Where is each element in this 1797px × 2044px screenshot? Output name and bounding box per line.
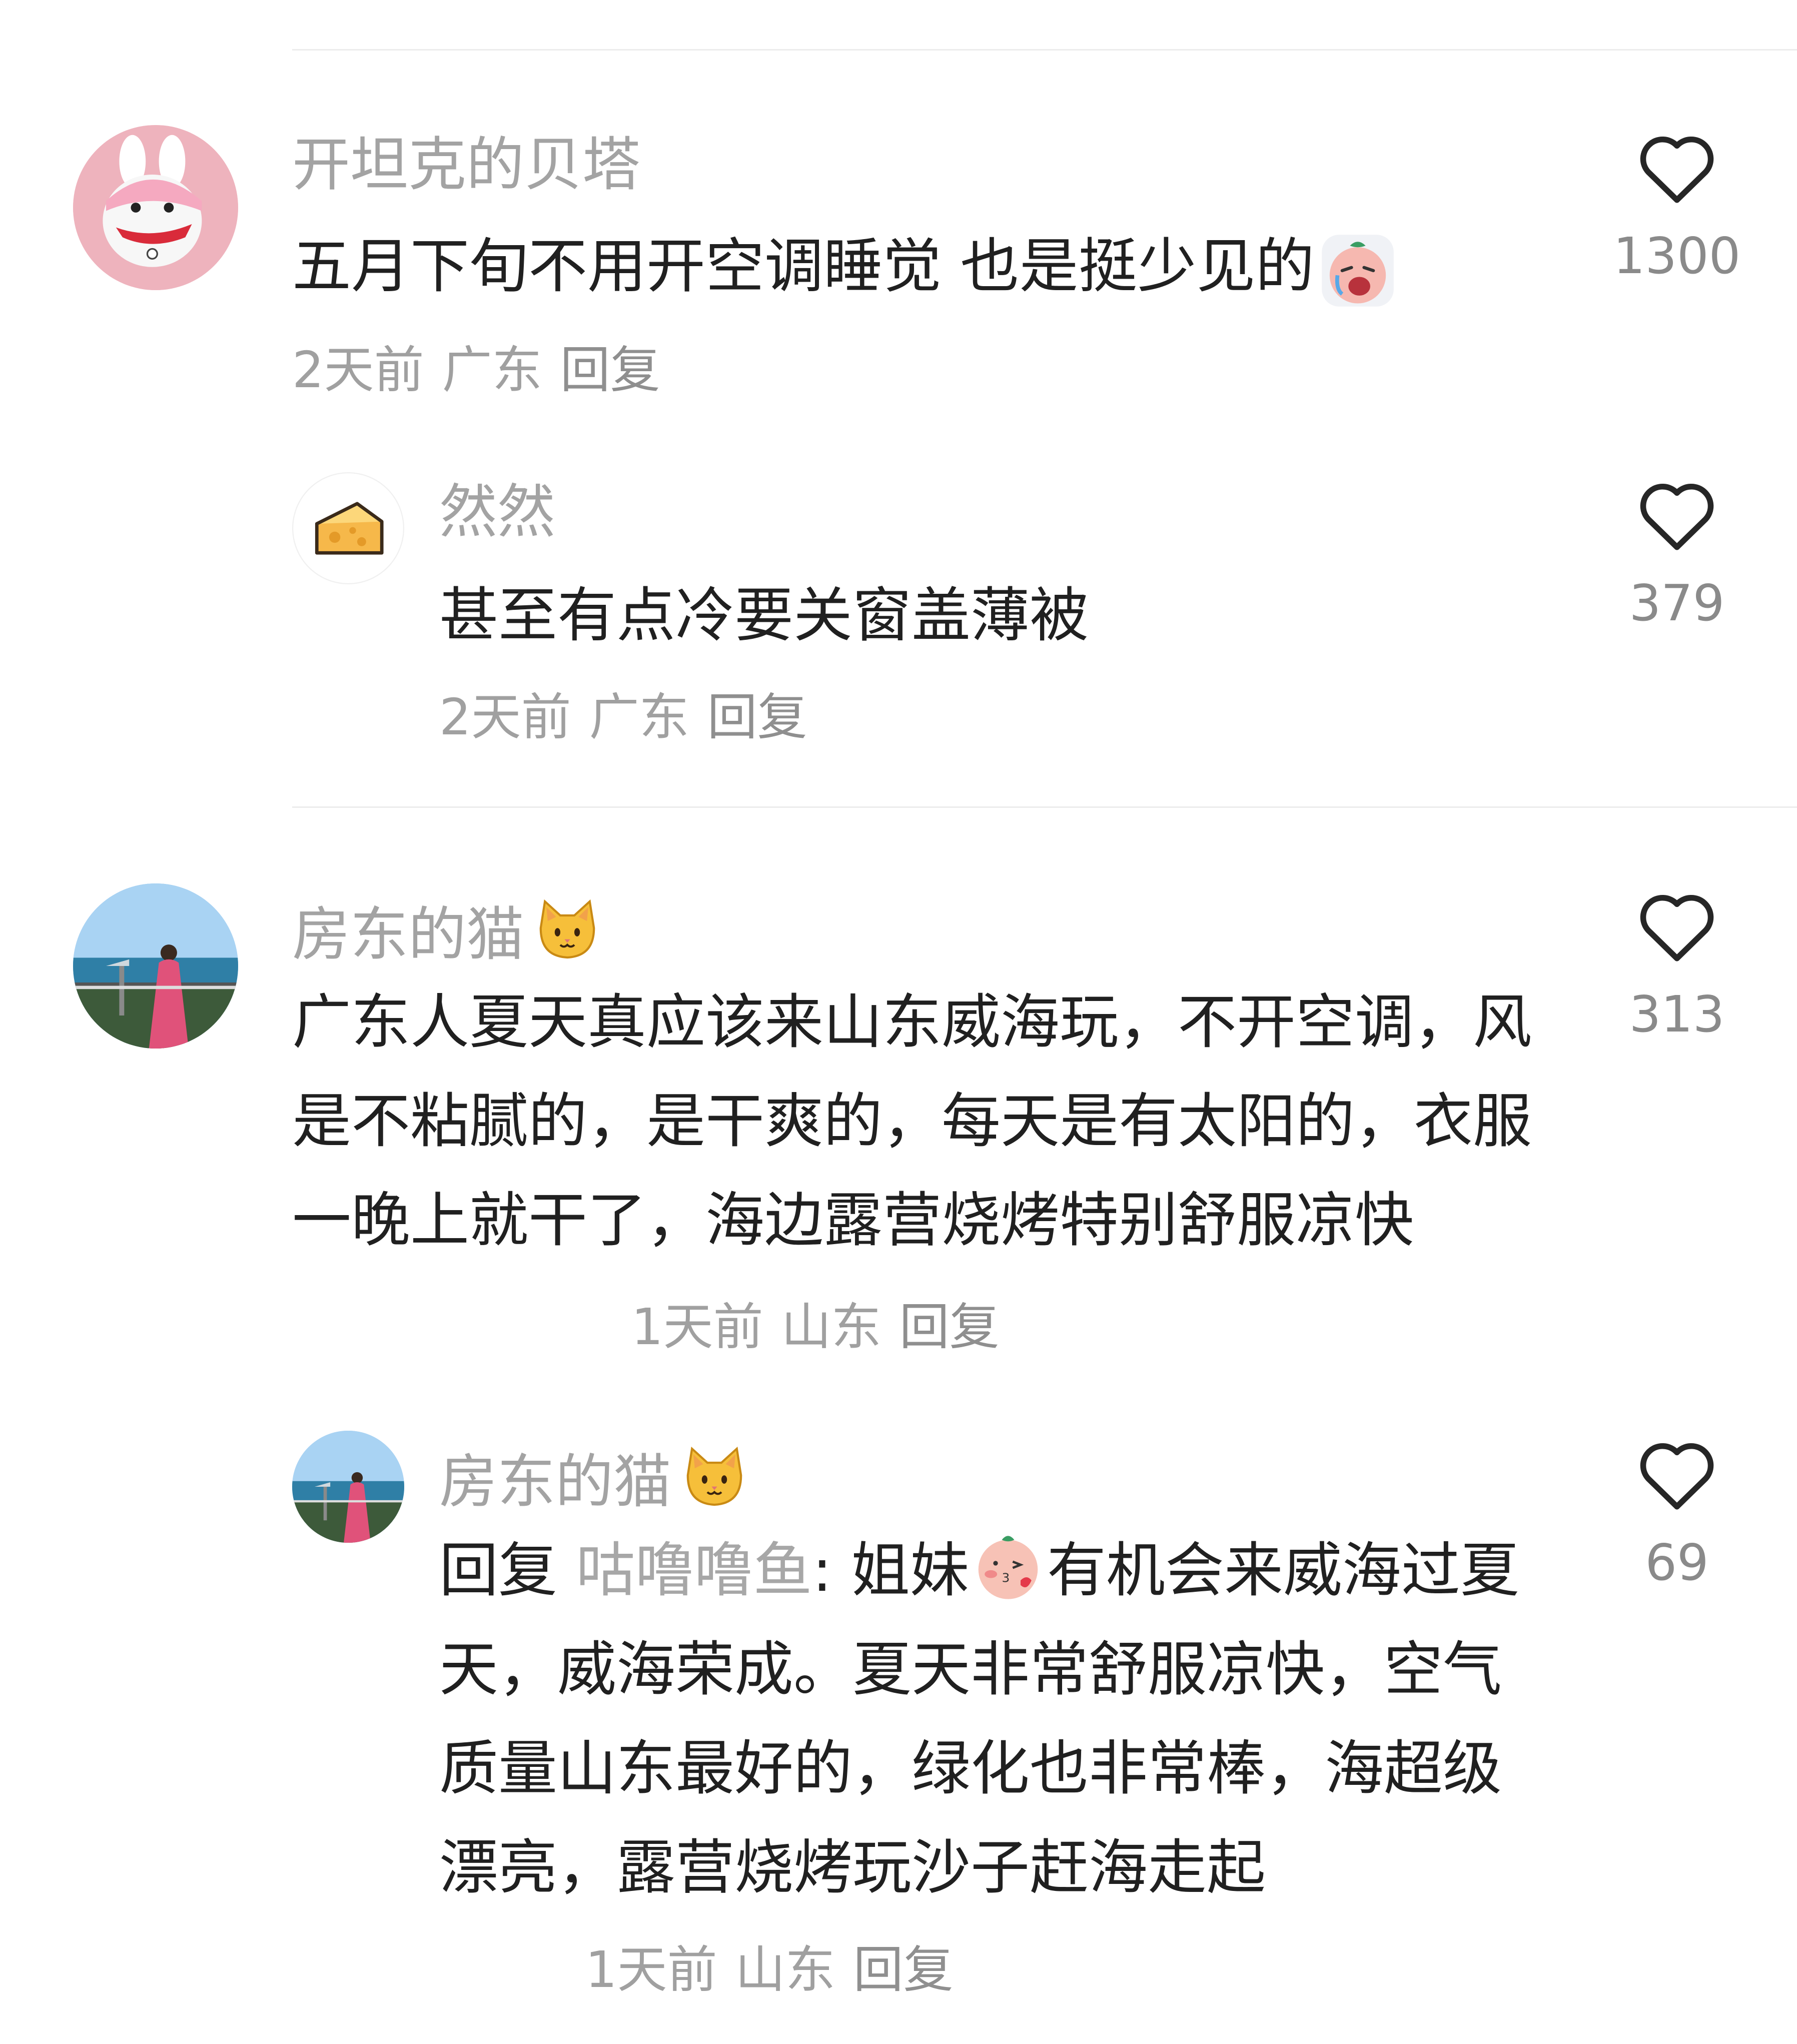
location: 山东 bbox=[735, 1940, 835, 1999]
cat-face-emoji-icon bbox=[532, 894, 602, 964]
reply-text-lead: 姐妹 bbox=[850, 1536, 969, 1605]
reply-button[interactable]: 回复 bbox=[707, 688, 807, 746]
username[interactable]: 房东的猫 bbox=[439, 1442, 749, 1512]
crying-face-emoji-icon bbox=[1319, 232, 1397, 310]
location: 广东 bbox=[442, 341, 542, 399]
username-text: 房东的猫 bbox=[439, 1448, 671, 1516]
avatar[interactable] bbox=[73, 883, 238, 1049]
bunny-avatar-icon bbox=[73, 125, 238, 290]
heart-icon bbox=[1640, 137, 1714, 203]
seaside-photo-avatar-icon bbox=[292, 1431, 404, 1543]
timestamp: 1天前 bbox=[585, 1940, 717, 1999]
comment-body: 五月下旬不用开空调睡觉 也是挺少见的 bbox=[292, 232, 1315, 301]
timestamp: 2天前 bbox=[292, 341, 424, 399]
seaside-photo-avatar-icon bbox=[73, 883, 238, 1049]
username[interactable]: 然然 bbox=[439, 483, 555, 541]
like-button[interactable]: 313 bbox=[1597, 888, 1757, 1040]
reply-button[interactable]: 回复 bbox=[853, 1940, 954, 1999]
comment-meta-inline: 1天前 山东 回复 bbox=[585, 1945, 954, 1995]
avatar[interactable] bbox=[292, 1431, 404, 1543]
cheese-avatar-icon bbox=[293, 473, 403, 583]
top-divider bbox=[292, 49, 1797, 51]
mention-link[interactable]: 咕噜噜鱼 bbox=[576, 1536, 812, 1605]
like-button[interactable]: 1300 bbox=[1597, 130, 1757, 281]
comment-text: 回复 咕噜噜鱼: 姐妹 3 有机会来威海过夏天，威海荣成。夏天非常舒服凉快，空气… bbox=[439, 1521, 1545, 1917]
kissing-face-emoji-icon: 3 bbox=[969, 1526, 1047, 1604]
timestamp: 1天前 bbox=[631, 1298, 763, 1356]
like-count: 313 bbox=[1629, 985, 1725, 1044]
location: 广东 bbox=[589, 688, 689, 746]
location: 山东 bbox=[781, 1298, 881, 1356]
mention-colon: : bbox=[812, 1536, 832, 1605]
comment-body: 甚至有点冷要关窗盖薄被 bbox=[439, 581, 1089, 650]
username-text: 房东的猫 bbox=[292, 901, 524, 968]
like-count: 1300 bbox=[1613, 227, 1741, 285]
reply-button[interactable]: 回复 bbox=[900, 1298, 1000, 1356]
heart-icon bbox=[1640, 484, 1714, 550]
timestamp: 2天前 bbox=[439, 688, 571, 746]
reply-prefix: 回复 bbox=[439, 1536, 558, 1605]
avatar[interactable] bbox=[73, 125, 238, 290]
username[interactable]: 开坦克的贝塔 bbox=[292, 136, 640, 194]
reply-button[interactable]: 回复 bbox=[560, 341, 660, 399]
comment-divider bbox=[292, 806, 1797, 808]
heart-icon bbox=[1640, 1443, 1714, 1510]
comment-meta: 2天前 广东 回复 bbox=[439, 692, 807, 742]
like-count: 379 bbox=[1629, 574, 1725, 632]
comment-meta: 2天前 广东 回复 bbox=[292, 345, 660, 395]
comment-text: 甚至有点冷要关窗盖薄被 bbox=[439, 565, 1540, 665]
avatar[interactable] bbox=[292, 472, 404, 584]
username[interactable]: 房东的猫 bbox=[292, 894, 602, 964]
like-count: 69 bbox=[1645, 1533, 1709, 1592]
like-button[interactable]: 379 bbox=[1597, 477, 1757, 628]
like-button[interactable]: 69 bbox=[1597, 1437, 1757, 1588]
svg-text:3: 3 bbox=[1002, 1570, 1010, 1585]
cat-face-emoji-icon bbox=[679, 1442, 749, 1512]
comment-text: 广东人夏天真应该来山东威海玩，不开空调，风是不粘腻的，是干爽的，每天是有太阳的，… bbox=[292, 987, 1532, 1255]
heart-icon bbox=[1640, 895, 1714, 961]
comment-text: 五月下旬不用开空调睡觉 也是挺少见的 bbox=[292, 216, 1523, 316]
comment-meta-inline: 1天前 山东 回复 bbox=[631, 1302, 1000, 1352]
